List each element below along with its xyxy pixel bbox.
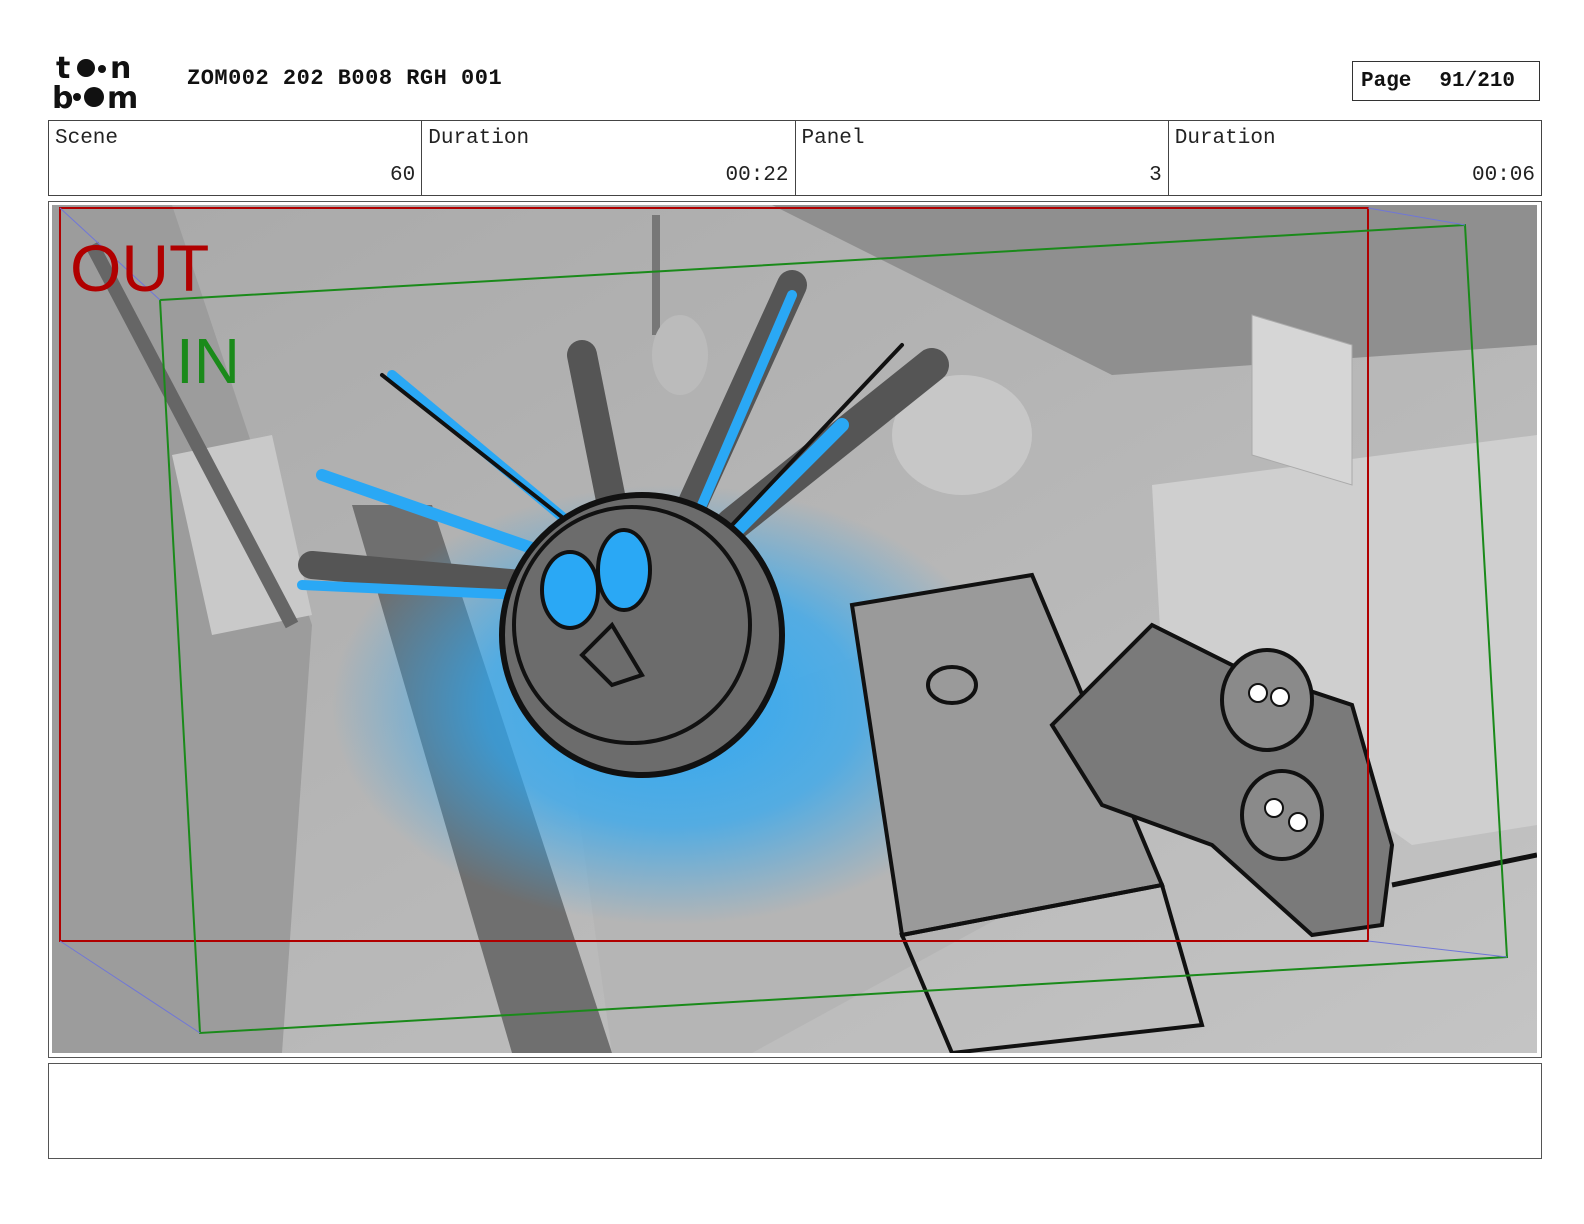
panel-notes <box>48 1063 1542 1159</box>
panel-duration-value: 00:06 <box>1471 164 1535 187</box>
panel-duration-label: Duration <box>1174 127 1276 150</box>
panel-number: 3 <box>1149 164 1162 187</box>
scene-label: Scene <box>55 127 119 150</box>
panel-duration-cell: Duration 00:06 <box>1169 121 1541 195</box>
toonboom-logo-mark: t n b m <box>52 51 138 112</box>
toonboom-logo: t n b m <box>52 50 164 112</box>
document-title: ZOM002 202 B008 RGH 001 <box>187 66 503 91</box>
page-label: Page <box>1361 69 1412 93</box>
panel-artwork: OUT IN <box>52 205 1537 1053</box>
scene-number: 60 <box>390 164 416 187</box>
panel-drawing: OUT IN <box>52 205 1537 1053</box>
panel-label: Panel <box>801 127 865 150</box>
scene-cell: Scene 60 <box>49 121 423 195</box>
panel-cell: Panel 3 <box>796 121 1169 195</box>
scene-duration-value: 00:22 <box>725 164 789 187</box>
guitar-neck <box>652 215 660 335</box>
page-indicator: Page 91/210 <box>1352 61 1540 101</box>
scene-duration-label: Duration <box>428 127 530 150</box>
in-label: IN <box>176 325 240 397</box>
svg-text:m: m <box>107 81 138 112</box>
guitar-body <box>652 315 708 395</box>
skull-ball <box>499 492 785 778</box>
panel-info-row: Scene 60 Duration 00:22 Panel 3 Duration… <box>48 120 1542 196</box>
svg-text:b: b <box>52 81 73 112</box>
scene-duration-cell: Duration 00:22 <box>422 121 796 195</box>
monitor <box>1251 314 1353 486</box>
storyboard-panel: OUT IN <box>48 201 1542 1058</box>
out-label: OUT <box>70 231 209 305</box>
page-number: 91/210 <box>1439 69 1516 93</box>
